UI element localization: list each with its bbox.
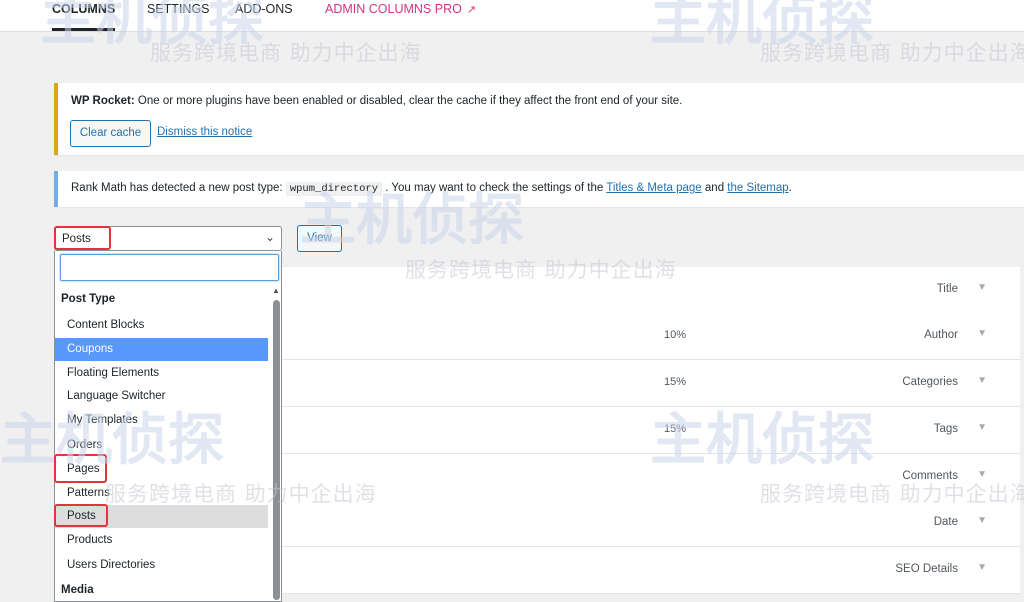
- tab-columns[interactable]: COLUMNS: [52, 2, 116, 31]
- column-row-comments[interactable]: Comments ▼: [282, 454, 1020, 501]
- rank-math-message: Rank Math has detected a new post type: …: [71, 182, 792, 196]
- watermark-slogan: 服务跨境电商 助力中企出海: [150, 41, 422, 65]
- column-row-date[interactable]: Date ▼: [282, 500, 1020, 547]
- option-my-templates[interactable]: My Templates: [55, 409, 268, 432]
- rank-math-prefix: Rank Math has detected a new post type:: [71, 182, 283, 194]
- option-products[interactable]: Products: [55, 529, 268, 552]
- dropdown-search-input[interactable]: [60, 254, 279, 281]
- column-width: 15%: [664, 376, 687, 388]
- external-link-icon: ↗: [466, 4, 477, 16]
- rank-math-notice: Rank Math has detected a new post type: …: [54, 171, 1024, 207]
- column-label: Date: [933, 516, 958, 528]
- option-language-switcher[interactable]: Language Switcher: [55, 385, 268, 408]
- expand-triangle-icon[interactable]: ▼: [977, 282, 987, 293]
- annotation-box-pages: [54, 454, 107, 483]
- dropdown-scrollbar[interactable]: ▲: [270, 286, 281, 601]
- column-label: Categories: [902, 376, 958, 388]
- wp-rocket-title: WP Rocket:: [71, 95, 135, 107]
- column-label: Tags: [933, 423, 958, 435]
- tab-settings[interactable]: SETTINGS: [147, 2, 210, 16]
- scroll-up-arrow-icon[interactable]: ▲: [272, 286, 280, 295]
- view-button[interactable]: View: [297, 225, 342, 252]
- tab-pro-label: ADMIN COLUMNS PRO: [325, 2, 462, 16]
- annotation-box-posts: [54, 504, 108, 527]
- option-content-blocks[interactable]: Content Blocks: [55, 314, 268, 337]
- group-media: Media: [61, 584, 94, 596]
- sitemap-link[interactable]: the Sitemap: [727, 182, 788, 194]
- rank-math-and: and: [704, 182, 725, 194]
- rank-math-middle: . You may want to check the settings of …: [385, 182, 604, 194]
- expand-triangle-icon[interactable]: ▼: [977, 328, 987, 339]
- column-width: 10%: [664, 329, 687, 341]
- column-row-title[interactable]: Title ▼: [282, 267, 1020, 314]
- wp-rocket-notice: WP Rocket: One or more plugins have been…: [54, 83, 1024, 155]
- titles-meta-link[interactable]: Titles & Meta page: [606, 182, 701, 194]
- column-label: Comments: [902, 470, 958, 482]
- expand-triangle-icon[interactable]: ▼: [977, 562, 987, 573]
- column-width: 15%: [664, 423, 687, 435]
- post-type-code: wpum_directory: [285, 182, 383, 196]
- expand-triangle-icon[interactable]: ▼: [977, 469, 987, 480]
- expand-triangle-icon[interactable]: ▼: [977, 375, 987, 386]
- column-row-tags[interactable]: 15% Tags ▼: [282, 407, 1020, 454]
- top-nav: COLUMNS SETTINGS ADD-ONS ADMIN COLUMNS P…: [0, 0, 1024, 32]
- option-coupons[interactable]: Coupons: [55, 338, 268, 361]
- wp-rocket-message: WP Rocket: One or more plugins have been…: [71, 95, 682, 107]
- column-label: Author: [924, 329, 958, 341]
- option-floating-elements[interactable]: Floating Elements: [55, 362, 268, 385]
- rank-math-suffix: .: [788, 182, 792, 194]
- dismiss-notice-link[interactable]: Dismiss this notice: [157, 126, 252, 138]
- column-label: Title: [936, 283, 958, 295]
- column-row-categories[interactable]: 15% Categories ▼: [282, 360, 1020, 407]
- wp-rocket-text: One or more plugins have been enabled or…: [137, 95, 683, 107]
- clear-cache-button[interactable]: Clear cache: [70, 120, 151, 147]
- post-type-dropdown: Post Type Content Blocks Coupons Floatin…: [54, 251, 282, 602]
- annotation-box-selector: [54, 226, 111, 250]
- option-patterns[interactable]: Patterns: [55, 482, 268, 505]
- tab-add-ons[interactable]: ADD-ONS: [235, 2, 293, 16]
- column-row-author[interactable]: 10% Author ▼: [282, 313, 1020, 360]
- option-users-directories[interactable]: Users Directories: [55, 554, 268, 577]
- group-post-type: Post Type: [61, 293, 116, 305]
- expand-triangle-icon[interactable]: ▼: [977, 422, 987, 433]
- tab-admin-columns-pro[interactable]: ADMIN COLUMNS PRO ↗: [325, 2, 476, 16]
- chevron-down-icon: ⌄: [264, 230, 275, 244]
- column-label: SEO Details: [895, 563, 958, 575]
- column-row-seo-details[interactable]: SEO Details ▼: [282, 547, 1020, 594]
- scrollbar-thumb[interactable]: [273, 300, 280, 600]
- expand-triangle-icon[interactable]: ▼: [977, 515, 987, 526]
- watermark-slogan: 服务跨境电商 助力中企出海: [760, 41, 1024, 65]
